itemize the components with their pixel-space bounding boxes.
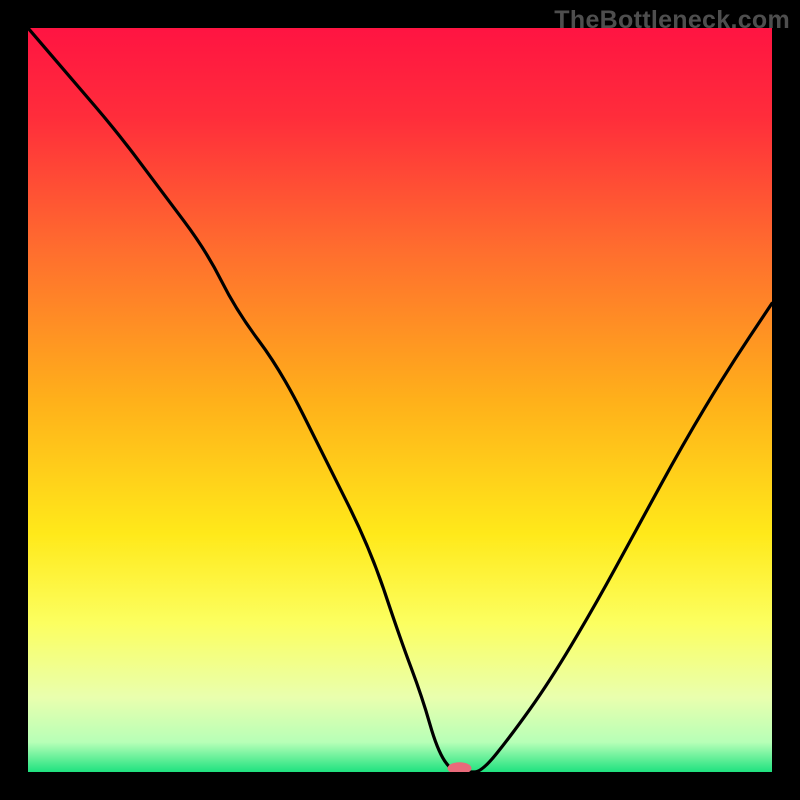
plot-area (28, 28, 772, 772)
chart-frame: TheBottleneck.com (0, 0, 800, 800)
gradient-background (28, 28, 772, 772)
chart-svg (28, 28, 772, 772)
watermark-text: TheBottleneck.com (554, 6, 790, 35)
